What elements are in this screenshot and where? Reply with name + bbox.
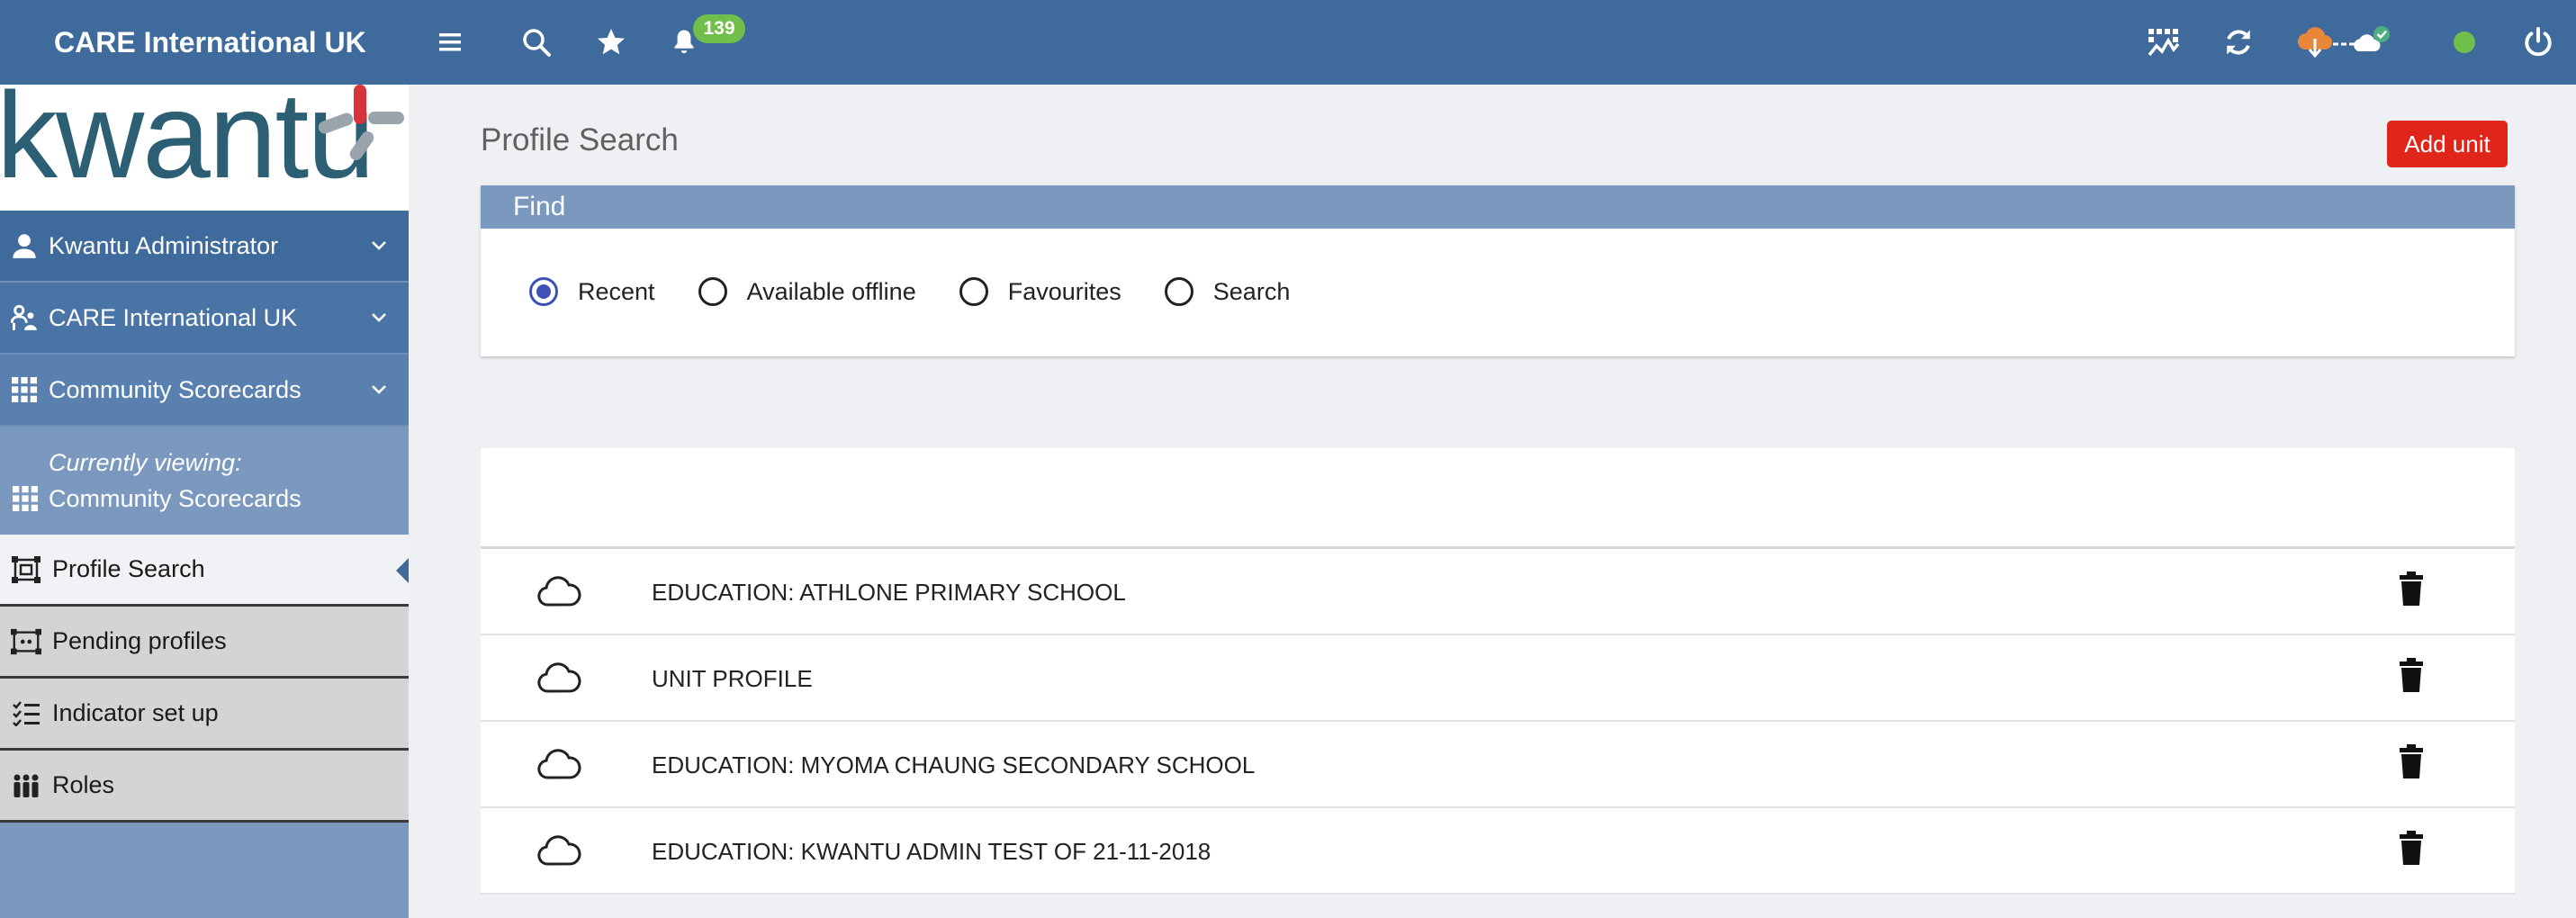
list-item-title[interactable]: EDUCATION: KWANTU ADMIN TEST OF 21-11-20… bbox=[652, 808, 1211, 895]
radio-favourites[interactable]: Favourites bbox=[959, 277, 1121, 306]
currently-viewing-value: Community Scorecards bbox=[49, 485, 302, 512]
find-options: Recent Available offline Favourites Sear… bbox=[529, 277, 1333, 306]
radio-label: Recent bbox=[578, 277, 655, 305]
top-bar: CARE International UK 139 bbox=[0, 0, 2576, 85]
radio-label: Favourites bbox=[1007, 277, 1121, 305]
sidebar-section-org[interactable]: CARE International UK bbox=[0, 283, 409, 355]
grid-icon bbox=[13, 486, 38, 511]
chevron-down-icon[interactable] bbox=[369, 380, 389, 400]
page-title: Profile Search bbox=[481, 122, 679, 158]
sidebar-item-label: Profile Search bbox=[52, 555, 205, 582]
radio-label: Search bbox=[1212, 277, 1291, 305]
pending-profiles-icon bbox=[11, 628, 41, 655]
sidebar-section-admin[interactable]: Kwantu Administrator bbox=[0, 211, 409, 283]
sidebar-item-profile-search[interactable]: Profile Search bbox=[0, 535, 409, 607]
radio-button[interactable] bbox=[959, 277, 988, 306]
sidebar: kwantu Kwantu Administrator CARE Interna… bbox=[0, 85, 409, 918]
menu-icon[interactable] bbox=[428, 21, 472, 64]
logo-mark-icon bbox=[318, 85, 404, 161]
sidebar-item-label: Roles bbox=[52, 771, 115, 798]
chevron-down-icon[interactable] bbox=[369, 236, 389, 256]
sidebar-section-label: CARE International UK bbox=[49, 303, 298, 331]
sidebar-section-label: Kwantu Administrator bbox=[49, 231, 279, 259]
sidebar-item-label: Pending profiles bbox=[52, 627, 227, 654]
list-item[interactable]: EDUCATION: ATHLONE PRIMARY SCHOOL bbox=[481, 549, 2515, 635]
list-item-title[interactable]: EDUCATION: ATHLONE PRIMARY SCHOOL bbox=[652, 549, 1126, 635]
power-icon[interactable] bbox=[2517, 21, 2560, 64]
radio-button[interactable] bbox=[698, 277, 727, 306]
profile-search-icon bbox=[11, 555, 41, 583]
currently-viewing: Currently viewing: Community Scorecards bbox=[49, 445, 302, 517]
find-panel: Find Recent Available offline Favourites… bbox=[481, 185, 2515, 356]
list-header bbox=[481, 448, 2515, 549]
organisation-icon bbox=[11, 304, 38, 331]
trash-icon[interactable] bbox=[2398, 571, 2425, 607]
find-header: Find bbox=[481, 185, 2515, 229]
online-status-icon bbox=[2443, 21, 2486, 64]
dashboard-icon[interactable] bbox=[2142, 21, 2185, 64]
radio-button[interactable] bbox=[529, 277, 558, 306]
cloud-status-icon[interactable] bbox=[2297, 21, 2392, 64]
checklist-icon bbox=[11, 700, 41, 726]
cloud-icon[interactable] bbox=[536, 833, 581, 869]
cloud-icon[interactable] bbox=[536, 574, 581, 610]
active-indicator bbox=[396, 558, 409, 583]
list-item[interactable]: EDUCATION: KWANTU ADMIN TEST OF 21-11-20… bbox=[481, 808, 2515, 895]
sidebar-item-indicator-setup[interactable]: Indicator set up bbox=[0, 679, 409, 751]
list-item[interactable]: UNIT PROFILE bbox=[481, 635, 2515, 722]
list-item-title[interactable]: UNIT PROFILE bbox=[652, 635, 813, 722]
chevron-down-icon[interactable] bbox=[369, 308, 389, 328]
cloud-icon[interactable] bbox=[536, 661, 581, 697]
radio-recent[interactable]: Recent bbox=[529, 277, 655, 306]
sync-icon[interactable] bbox=[2217, 21, 2260, 64]
currently-viewing-label: Currently viewing: bbox=[49, 449, 242, 476]
sidebar-section-app[interactable]: Community Scorecards bbox=[0, 355, 409, 427]
trash-icon[interactable] bbox=[2398, 657, 2425, 693]
profile-list: EDUCATION: ATHLONE PRIMARY SCHOOL UNIT P… bbox=[481, 448, 2515, 895]
sidebar-item-roles[interactable]: Roles bbox=[0, 751, 409, 823]
sidebar-item-label: Indicator set up bbox=[52, 699, 219, 726]
sidebar-item-pending-profiles[interactable]: Pending profiles bbox=[0, 607, 409, 679]
star-icon[interactable] bbox=[590, 21, 633, 64]
cloud-icon[interactable] bbox=[536, 747, 581, 783]
radio-available-offline[interactable]: Available offline bbox=[698, 277, 916, 306]
trash-icon[interactable] bbox=[2398, 830, 2425, 866]
radio-button[interactable] bbox=[1164, 277, 1193, 306]
add-unit-button[interactable]: Add unit bbox=[2387, 121, 2508, 167]
list-item-title[interactable]: EDUCATION: MYOMA CHAUNG SECONDARY SCHOOL bbox=[652, 722, 1255, 808]
people-icon bbox=[11, 773, 41, 798]
user-icon bbox=[11, 232, 38, 259]
list-item[interactable]: EDUCATION: MYOMA CHAUNG SECONDARY SCHOOL bbox=[481, 722, 2515, 808]
kwantu-logo[interactable]: kwantu bbox=[0, 85, 409, 211]
sidebar-section-label: Community Scorecards bbox=[49, 375, 302, 403]
search-icon[interactable] bbox=[515, 21, 558, 64]
radio-search[interactable]: Search bbox=[1164, 277, 1291, 306]
trash-icon[interactable] bbox=[2398, 743, 2425, 779]
app-brand[interactable]: CARE International UK bbox=[54, 0, 366, 85]
notification-badge[interactable]: 139 bbox=[693, 14, 745, 43]
grid-icon bbox=[11, 377, 38, 402]
radio-label: Available offline bbox=[746, 277, 916, 305]
